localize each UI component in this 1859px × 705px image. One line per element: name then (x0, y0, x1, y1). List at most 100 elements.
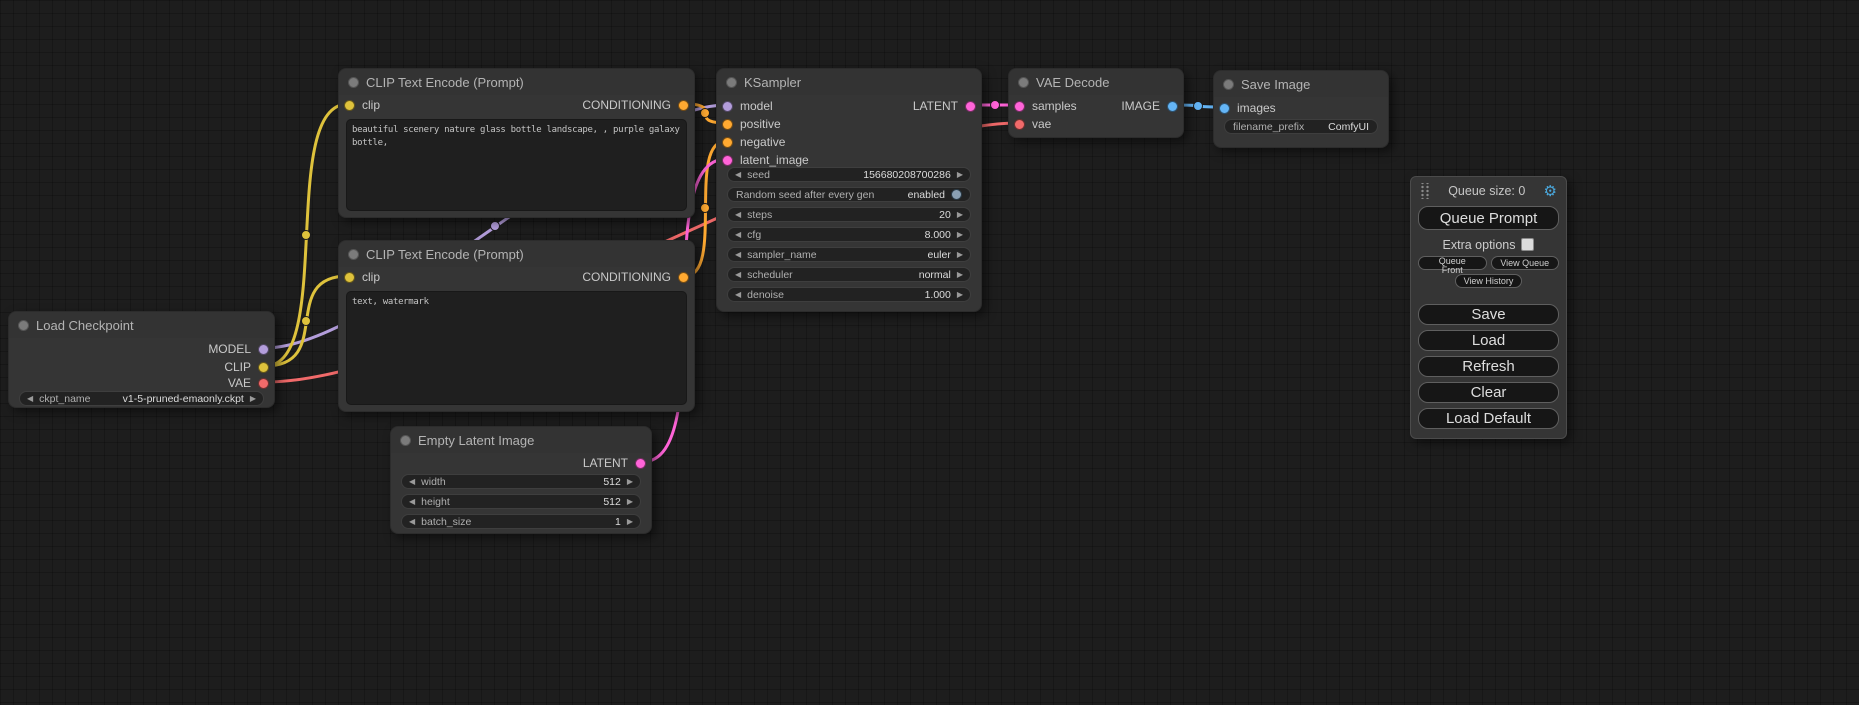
width-widget[interactable]: ◀ width 512 ▶ (401, 474, 641, 489)
latent-slot-dot[interactable] (1014, 101, 1025, 112)
clip-slot-dot[interactable] (258, 362, 269, 373)
view-queue-button[interactable]: View Queue (1491, 256, 1560, 270)
decrement-arrow-icon[interactable]: ◀ (735, 251, 741, 259)
node-clip-text-encode-positive[interactable]: CLIP Text Encode (Prompt) clip CONDITION… (338, 68, 695, 218)
vae-slot-dot[interactable] (258, 378, 269, 389)
image-slot-dot[interactable] (1167, 101, 1178, 112)
decrement-arrow-icon[interactable]: ◀ (409, 518, 415, 526)
node-titlebar[interactable]: Empty Latent Image (391, 427, 651, 453)
increment-arrow-icon[interactable]: ▶ (627, 498, 633, 506)
collapse-dot-icon[interactable] (400, 435, 411, 446)
output-slot-model[interactable]: MODEL (208, 340, 269, 358)
input-slot-images[interactable]: images (1219, 99, 1276, 117)
collapse-dot-icon[interactable] (348, 249, 359, 260)
seed-widget[interactable]: ◀ seed 156680208700286 ▶ (727, 167, 971, 182)
queue-prompt-button[interactable]: Queue Prompt (1418, 206, 1559, 230)
collapse-dot-icon[interactable] (1223, 79, 1234, 90)
node-graph-canvas[interactable]: Load Checkpoint MODEL CLIP VAE ◀ ckpt_na… (0, 0, 1859, 705)
node-titlebar[interactable]: KSampler (717, 69, 981, 95)
conditioning-slot-dot[interactable] (678, 272, 689, 283)
collapse-dot-icon[interactable] (726, 77, 737, 88)
random-seed-toggle-widget[interactable]: Random seed after every gen enabled (727, 187, 971, 202)
refresh-button[interactable]: Refresh (1418, 356, 1559, 377)
node-save-image[interactable]: Save Image images filename_prefix ComfyU… (1213, 70, 1389, 148)
input-slot-vae[interactable]: vae (1014, 115, 1051, 133)
output-slot-conditioning[interactable]: CONDITIONING (582, 268, 689, 286)
input-slot-model[interactable]: model (722, 97, 773, 115)
clear-button[interactable]: Clear (1418, 382, 1559, 403)
decrement-arrow-icon[interactable]: ◀ (409, 498, 415, 506)
latent-slot-dot[interactable] (635, 458, 646, 469)
node-titlebar[interactable]: VAE Decode (1009, 69, 1183, 95)
decrement-arrow-icon[interactable]: ◀ (735, 231, 741, 239)
model-slot-dot[interactable] (258, 344, 269, 355)
decrement-arrow-icon[interactable]: ◀ (27, 395, 33, 403)
node-empty-latent-image[interactable]: Empty Latent Image LATENT ◀ width 512 ▶ … (390, 426, 652, 534)
increment-arrow-icon[interactable]: ▶ (627, 478, 633, 486)
output-slot-latent[interactable]: LATENT (913, 97, 976, 115)
input-slot-positive[interactable]: positive (722, 115, 781, 133)
increment-arrow-icon[interactable]: ▶ (957, 271, 963, 279)
node-ksampler[interactable]: KSampler model positive negative latent_… (716, 68, 982, 312)
conditioning-slot-dot[interactable] (722, 119, 733, 130)
view-history-button[interactable]: View History (1455, 274, 1523, 288)
load-default-button[interactable]: Load Default (1418, 408, 1559, 429)
extra-options-checkbox[interactable] (1521, 238, 1534, 251)
increment-arrow-icon[interactable]: ▶ (627, 518, 633, 526)
node-titlebar[interactable]: CLIP Text Encode (Prompt) (339, 241, 694, 267)
decrement-arrow-icon[interactable]: ◀ (735, 271, 741, 279)
clip-slot-dot[interactable] (344, 272, 355, 283)
denoise-widget[interactable]: ◀ denoise 1.000 ▶ (727, 287, 971, 302)
drag-handle-icon[interactable] (1420, 183, 1430, 199)
model-slot-dot[interactable] (722, 101, 733, 112)
decrement-arrow-icon[interactable]: ◀ (735, 211, 741, 219)
decrement-arrow-icon[interactable]: ◀ (735, 171, 741, 179)
increment-arrow-icon[interactable]: ▶ (957, 251, 963, 259)
negative-prompt-textarea[interactable]: text, watermark (346, 291, 687, 405)
scheduler-widget[interactable]: ◀ scheduler normal ▶ (727, 267, 971, 282)
batch-size-widget[interactable]: ◀ batch_size 1 ▶ (401, 514, 641, 529)
increment-arrow-icon[interactable]: ▶ (957, 211, 963, 219)
steps-widget[interactable]: ◀ steps 20 ▶ (727, 207, 971, 222)
increment-arrow-icon[interactable]: ▶ (250, 395, 256, 403)
decrement-arrow-icon[interactable]: ◀ (409, 478, 415, 486)
image-slot-dot[interactable] (1219, 103, 1230, 114)
settings-gear-icon[interactable]: ⚙ (1544, 184, 1557, 199)
vae-slot-dot[interactable] (1014, 119, 1025, 130)
node-vae-decode[interactable]: VAE Decode samples vae IMAGE (1008, 68, 1184, 138)
input-slot-negative[interactable]: negative (722, 133, 785, 151)
decrement-arrow-icon[interactable]: ◀ (735, 291, 741, 299)
latent-slot-dot[interactable] (722, 155, 733, 166)
conditioning-slot-dot[interactable] (678, 100, 689, 111)
output-slot-image[interactable]: IMAGE (1121, 97, 1178, 115)
collapse-dot-icon[interactable] (1018, 77, 1029, 88)
node-load-checkpoint[interactable]: Load Checkpoint MODEL CLIP VAE ◀ ckpt_na… (8, 311, 275, 408)
increment-arrow-icon[interactable]: ▶ (957, 171, 963, 179)
collapse-dot-icon[interactable] (18, 320, 29, 331)
node-clip-text-encode-negative[interactable]: CLIP Text Encode (Prompt) clip CONDITION… (338, 240, 695, 412)
height-widget[interactable]: ◀ height 512 ▶ (401, 494, 641, 509)
conditioning-slot-dot[interactable] (722, 137, 733, 148)
queue-menu-panel[interactable]: Queue size: 0 ⚙ Queue Prompt Extra optio… (1410, 176, 1567, 439)
increment-arrow-icon[interactable]: ▶ (957, 291, 963, 299)
clip-slot-dot[interactable] (344, 100, 355, 111)
latent-slot-dot[interactable] (965, 101, 976, 112)
output-slot-conditioning[interactable]: CONDITIONING (582, 96, 689, 114)
filename-prefix-widget[interactable]: filename_prefix ComfyUI (1224, 119, 1378, 134)
positive-prompt-textarea[interactable]: beautiful scenery nature glass bottle la… (346, 119, 687, 211)
input-slot-samples[interactable]: samples (1014, 97, 1077, 115)
node-titlebar[interactable]: CLIP Text Encode (Prompt) (339, 69, 694, 95)
queue-front-button[interactable]: Queue Front (1418, 256, 1487, 270)
node-titlebar[interactable]: Save Image (1214, 71, 1388, 97)
ckpt-name-widget[interactable]: ◀ ckpt_name v1-5-pruned-emaonly.ckpt ▶ (19, 391, 264, 406)
toggle-dot-icon[interactable] (951, 189, 962, 200)
output-slot-latent[interactable]: LATENT (583, 454, 646, 472)
cfg-widget[interactable]: ◀ cfg 8.000 ▶ (727, 227, 971, 242)
input-slot-clip[interactable]: clip (344, 268, 380, 286)
sampler-name-widget[interactable]: ◀ sampler_name euler ▶ (727, 247, 971, 262)
node-titlebar[interactable]: Load Checkpoint (9, 312, 274, 338)
load-button[interactable]: Load (1418, 330, 1559, 351)
collapse-dot-icon[interactable] (348, 77, 359, 88)
input-slot-clip[interactable]: clip (344, 96, 380, 114)
increment-arrow-icon[interactable]: ▶ (957, 231, 963, 239)
